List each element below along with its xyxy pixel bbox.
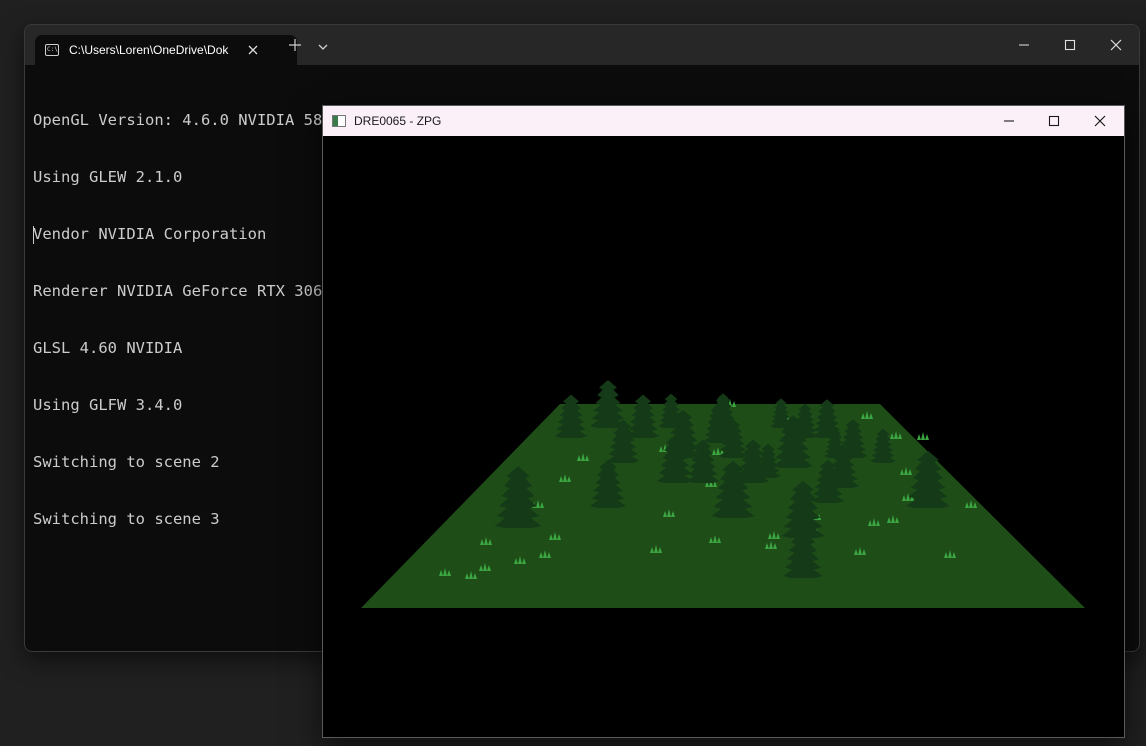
console-line: GLSL 4.60 NVIDIA	[33, 339, 183, 357]
opengl-maximize-icon[interactable]	[1044, 111, 1064, 131]
console-line: Using GLFW 3.4.0	[33, 396, 183, 414]
console-line: Using GLEW 2.1.0	[33, 168, 183, 186]
terminal-icon: C:\	[45, 44, 59, 56]
app-icon	[332, 115, 346, 127]
console-line: Vendor NVIDIA Corporation	[33, 225, 267, 243]
opengl-viewport[interactable]	[323, 136, 1124, 737]
opengl-window: DRE0065 - ZPG	[322, 105, 1125, 738]
console-line: Renderer NVIDIA GeForce RTX 3060/	[33, 282, 341, 300]
forest-scene	[361, 380, 1085, 608]
opengl-minimize-icon[interactable]	[999, 111, 1019, 131]
opengl-close-icon[interactable]	[1090, 111, 1110, 131]
tab-title: C:\Users\Loren\OneDrive\Dok	[69, 43, 229, 57]
console-line: Switching to scene 3	[33, 510, 220, 528]
console-line: Switching to scene 2	[33, 453, 220, 471]
tab-close-icon[interactable]	[245, 42, 261, 58]
opengl-window-title: DRE0065 - ZPG	[354, 114, 442, 128]
terminal-titlebar: C:\ C:\Users\Loren\OneDrive\Dok	[25, 25, 1139, 65]
grass-bush	[917, 432, 929, 440]
terminal-minimize-icon[interactable]	[1014, 35, 1034, 55]
desktop: C:\ C:\Users\Loren\OneDrive\Dok OpenGL V…	[0, 0, 1146, 746]
terminal-tab[interactable]: C:\ C:\Users\Loren\OneDrive\Dok	[35, 35, 297, 65]
terminal-maximize-icon[interactable]	[1060, 35, 1080, 55]
console-output[interactable]: OpenGL Version: 4.6.0 NVIDIA 581.42 Usin…	[33, 73, 360, 567]
new-tab-plus-icon[interactable]	[287, 37, 303, 53]
chevron-down-icon[interactable]	[316, 39, 330, 53]
terminal-icon-glyph: C:\	[47, 46, 58, 53]
console-line: OpenGL Version: 4.6.0 NVIDIA 581.42	[33, 111, 360, 129]
opengl-titlebar[interactable]: DRE0065 - ZPG	[323, 106, 1124, 136]
terminal-close-icon[interactable]	[1106, 35, 1126, 55]
text-cursor	[33, 226, 34, 244]
